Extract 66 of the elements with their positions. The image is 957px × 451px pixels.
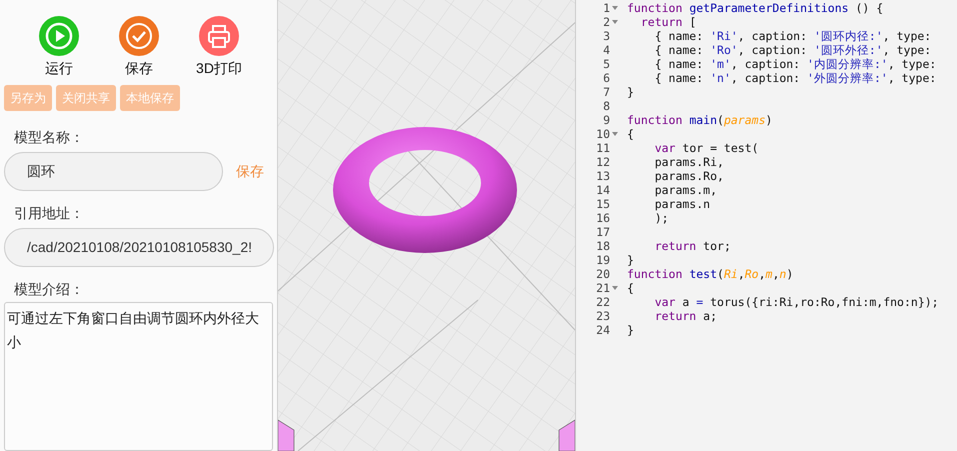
toolbar-label[interactable]: 运行: [45, 58, 73, 79]
line-number: 14: [596, 183, 610, 197]
line-number: 3: [603, 29, 610, 43]
line-number: 22: [596, 295, 610, 309]
line-number: 12: [596, 155, 610, 169]
description-field[interactable]: 可通过左下角窗口自由调节圆环内外径大小: [4, 302, 273, 451]
code-line: }: [626, 85, 634, 99]
line-number: 4: [603, 43, 610, 57]
line-number: 17: [596, 225, 610, 239]
line-number: 5: [603, 57, 610, 71]
code-line: }: [626, 323, 634, 337]
line-number: 18: [596, 239, 610, 253]
code-line: return [: [640, 15, 696, 29]
printer-icon[interactable]: [199, 16, 239, 56]
code-line: { name: 'Ro', caption: '圆环外径:', type:: [654, 43, 932, 57]
code-line: function main(params): [626, 113, 772, 127]
code-line: params.n: [654, 197, 710, 211]
reference-address-field[interactable]: /cad/20210108/20210108105830_2!: [4, 228, 274, 267]
line-number: 1: [603, 1, 610, 15]
line-number: 8: [603, 99, 610, 113]
fold-caret-icon[interactable]: [612, 286, 618, 290]
code-line: { name: 'Ri', caption: '圆环内径:', type:: [654, 29, 932, 43]
line-number: 19: [596, 253, 610, 267]
code-line: {: [626, 127, 634, 141]
field-label: 模型介绍：: [14, 280, 85, 299]
code-line: }: [626, 253, 634, 267]
code-line: params.m,: [654, 183, 718, 197]
shape-corner: [278, 419, 294, 451]
line-number: 6: [603, 71, 610, 85]
3d-viewport[interactable]: [278, 0, 575, 451]
line-number: 21: [596, 281, 610, 295]
line-number: 24: [596, 323, 610, 337]
fold-caret-icon[interactable]: [612, 132, 618, 136]
code-line: params.Ri,: [654, 155, 724, 169]
code-line: {: [626, 281, 634, 295]
code-line: return tor;: [654, 239, 731, 253]
code-line: function getParameterDefinitions () {: [626, 1, 884, 15]
line-number: 11: [596, 141, 610, 155]
line-number: 20: [596, 267, 610, 281]
code-line: );: [654, 211, 669, 225]
line-number: 15: [596, 197, 610, 211]
code-line: var a = torus({ri:Ri,ro:Ro,fni:m,fno:n});: [654, 295, 939, 309]
code-line: { name: 'm', caption: '内圆分辨率:', type:: [654, 57, 936, 71]
line-number: 16: [596, 211, 610, 225]
fold-caret-icon[interactable]: [612, 6, 618, 10]
field-label: 引用地址：: [14, 204, 85, 223]
code-line: return a;: [654, 309, 718, 323]
line-number: 23: [596, 309, 610, 323]
line-number: 13: [596, 169, 610, 183]
toolbar-label[interactable]: 保存: [125, 58, 153, 79]
play-icon[interactable]: [39, 16, 79, 56]
checkmark-icon[interactable]: [119, 16, 159, 56]
code-line: var tor = test(: [654, 141, 759, 155]
shape-corner: [558, 419, 575, 451]
code-editor[interactable]: [575, 0, 957, 451]
code-line: function test(Ri,Ro,m,n): [626, 267, 794, 281]
line-number: 7: [603, 85, 610, 99]
fold-caret-icon[interactable]: [612, 20, 618, 24]
code-line: params.Ro,: [654, 169, 724, 183]
toolbar-label[interactable]: 3D打印: [196, 58, 242, 79]
line-number: 2: [603, 15, 610, 29]
line-number: 9: [603, 113, 610, 127]
code-line: { name: 'n', caption: '外圆分辨率:', type:: [654, 71, 936, 85]
field-label: 模型名称：: [14, 128, 85, 147]
model-name-field[interactable]: 圆环: [4, 152, 223, 191]
line-number: 10: [596, 127, 610, 141]
